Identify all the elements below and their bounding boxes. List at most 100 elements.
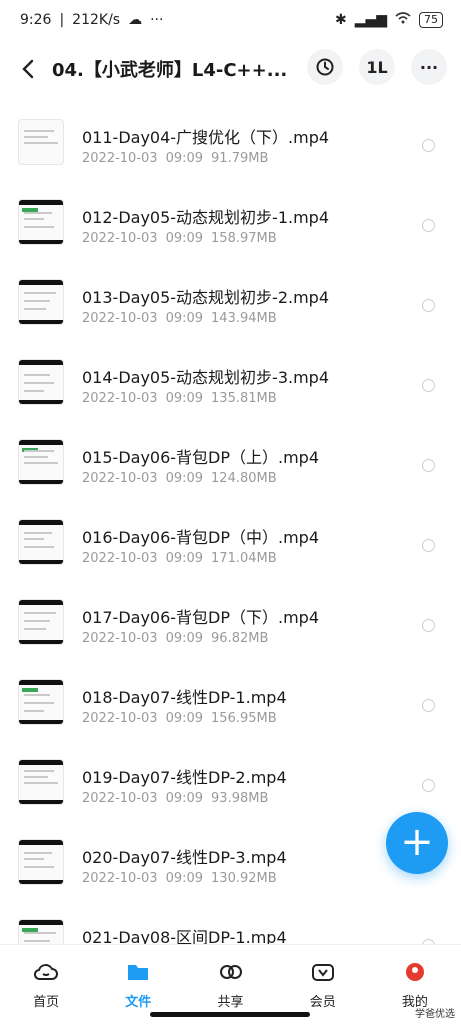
file-row[interactable]: 017-Day06-背包DP（下）.mp4 2022-10-03 09:09 96.8… <box>0 576 461 656</box>
watermark-corner: 学爸优选 <box>415 1009 455 1020</box>
video-thumbnail <box>18 759 64 805</box>
tab-share-label: 共享 <box>217 995 244 1010</box>
file-row[interactable]: 016-Day06-背包DP（中）.mp4 2022-10-03 09:09 171.… <box>0 496 461 576</box>
file-date: 2022-10-03 <box>82 391 158 406</box>
profile-icon <box>402 959 428 985</box>
folder-icon <box>125 959 151 985</box>
history-icon <box>316 58 334 76</box>
file-time: 09:09 <box>165 711 204 726</box>
file-row[interactable]: 011-Day04-广搜优化（下）.mp4 2022-10-03 09:09 91.7… <box>0 96 461 176</box>
file-name: 012-Day05-动态规划初步-1.mp4 <box>82 208 330 227</box>
file-size: 93.98MB <box>211 791 269 806</box>
select-radio[interactable] <box>422 699 435 712</box>
file-size: 143.94MB <box>211 311 277 326</box>
history-button[interactable] <box>307 49 343 85</box>
video-thumbnail <box>18 839 64 885</box>
status-time: 9:26 <box>20 12 52 28</box>
file-row[interactable]: 014-Day05-动态规划初步-3.mp4 2022-10-03 09:09 135… <box>0 336 461 416</box>
video-thumbnail <box>18 279 64 325</box>
battery-icon: 75 <box>419 12 443 28</box>
file-row[interactable]: 015-Day06-背包DP（上）.mp4 2022-10-03 09:09 124.… <box>0 416 461 496</box>
wifi-icon <box>395 12 411 28</box>
file-date: 2022-10-03 <box>82 151 158 166</box>
file-name: 018-Day07-线性DP-1.mp4 <box>82 688 287 707</box>
file-list: 011-Day04-广搜优化（下）.mp4 2022-10-03 09:09 91.7… <box>0 96 461 944</box>
file-meta: 2022-10-03 09:09 91.79MB <box>82 151 268 166</box>
cloud-icon <box>33 959 59 985</box>
select-radio[interactable] <box>422 139 435 152</box>
file-row[interactable]: 018-Day07-线性DP-1.mp4 2022-10-03 09:09 156.9… <box>0 656 461 736</box>
file-meta: 2022-10-03 09:09 124.80MB <box>82 471 277 486</box>
file-date: 2022-10-03 <box>82 231 158 246</box>
status-separator: | <box>59 12 65 28</box>
video-thumbnail <box>18 599 64 645</box>
select-radio[interactable] <box>422 219 435 232</box>
video-thumbnail <box>18 519 64 565</box>
select-radio[interactable] <box>422 619 435 632</box>
file-size: 158.97MB <box>211 231 277 246</box>
video-thumbnail <box>18 439 64 485</box>
file-time: 09:09 <box>165 471 204 486</box>
file-name: 016-Day06-背包DP（中）.mp4 <box>82 528 320 547</box>
file-time: 09:09 <box>165 871 204 886</box>
video-thumbnail <box>18 119 64 165</box>
file-date: 2022-10-03 <box>82 471 158 486</box>
home-indicator <box>150 1012 310 1017</box>
status-more: ··· <box>150 12 164 28</box>
select-radio[interactable] <box>422 779 435 792</box>
signal-icon: ▂▄▆ <box>354 12 387 28</box>
file-size: 156.95MB <box>211 711 277 726</box>
tab-home-label: 首页 <box>33 995 60 1010</box>
file-meta: 2022-10-03 09:09 171.04MB <box>82 551 277 566</box>
add-button[interactable]: + <box>386 812 448 874</box>
file-name: 015-Day06-背包DP（上）.mp4 <box>82 448 320 467</box>
file-size: 96.82MB <box>211 631 269 646</box>
bluetooth-icon: ✱ <box>334 12 347 28</box>
file-date: 2022-10-03 <box>82 551 158 566</box>
file-date: 2022-10-03 <box>82 631 158 646</box>
video-thumbnail <box>18 199 64 245</box>
file-name: 011-Day04-广搜优化（下）.mp4 <box>82 128 330 147</box>
file-meta: 2022-10-03 09:09 130.92MB <box>82 871 277 886</box>
select-radio[interactable] <box>422 539 435 552</box>
file-size: 135.81MB <box>211 391 277 406</box>
chevron-left-icon <box>22 59 34 79</box>
file-time: 09:09 <box>165 791 204 806</box>
file-name: 019-Day07-线性DP-2.mp4 <box>82 768 287 787</box>
sort-button[interactable]: 1L <box>359 49 395 85</box>
file-meta: 2022-10-03 09:09 143.94MB <box>82 311 277 326</box>
file-meta: 2022-10-03 09:09 96.82MB <box>82 631 268 646</box>
file-time: 09:09 <box>165 151 204 166</box>
video-thumbnail <box>18 919 64 944</box>
page-title: 04.【小武老师】L4-C++... <box>52 60 288 81</box>
file-date: 2022-10-03 <box>82 311 158 326</box>
file-name: 020-Day07-线性DP-3.mp4 <box>82 848 287 867</box>
select-radio[interactable] <box>422 379 435 392</box>
file-size: 91.79MB <box>211 151 269 166</box>
select-radio[interactable] <box>422 299 435 312</box>
network-speed: 212K/s <box>72 12 121 28</box>
file-date: 2022-10-03 <box>82 871 158 886</box>
file-time: 09:09 <box>165 631 204 646</box>
file-meta: 2022-10-03 09:09 156.95MB <box>82 711 277 726</box>
file-name: 017-Day06-背包DP（下）.mp4 <box>82 608 320 627</box>
more-button[interactable]: ··· <box>411 49 447 85</box>
share-icon <box>218 959 244 985</box>
file-date: 2022-10-03 <box>82 791 158 806</box>
nav-bar: 04.【小武老师】L4-C++... 1L ··· <box>0 44 461 94</box>
file-row[interactable]: 021-Day08-区间DP-1.mp42022-10-0309:09 <box>0 896 461 944</box>
file-time: 09:09 <box>165 551 204 566</box>
file-name: 013-Day05-动态规划初步-2.mp4 <box>82 288 330 307</box>
file-row[interactable]: 013-Day05-动态规划初步-2.mp4 2022-10-03 09:09 143… <box>0 256 461 336</box>
file-row[interactable]: 019-Day07-线性DP-2.mp4 2022-10-03 09:09 93.98… <box>0 736 461 816</box>
tab-home[interactable]: 首页 <box>0 945 92 1025</box>
back-button[interactable] <box>14 49 42 89</box>
file-name: 014-Day05-动态规划初步-3.mp4 <box>82 368 330 387</box>
video-thumbnail <box>18 679 64 725</box>
file-meta: 2022-10-03 09:09 135.81MB <box>82 391 277 406</box>
select-radio[interactable] <box>422 459 435 472</box>
file-size: 124.80MB <box>211 471 277 486</box>
file-meta: 2022-10-03 09:09 158.97MB <box>82 231 277 246</box>
file-meta: 2022-10-03 09:09 93.98MB <box>82 791 268 806</box>
file-row[interactable]: 012-Day05-动态规划初步-1.mp4 2022-10-03 09:09 158… <box>0 176 461 256</box>
